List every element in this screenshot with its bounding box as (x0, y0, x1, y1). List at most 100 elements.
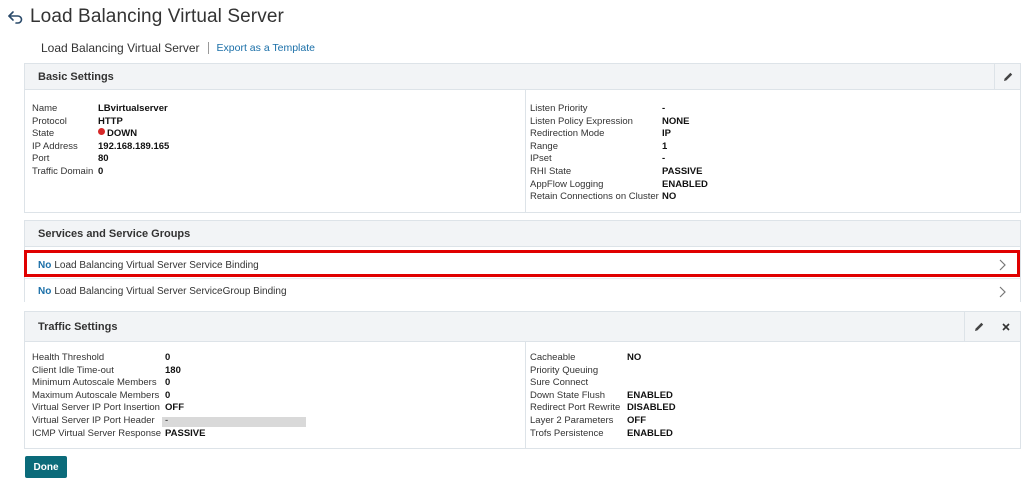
property-value: 80 (98, 153, 109, 165)
property-row: Layer 2 Parameters OFF (530, 415, 676, 428)
property-row: Sure Connect (530, 377, 676, 390)
property-value: - (662, 103, 666, 114)
done-button[interactable]: Done (25, 456, 67, 478)
basic-settings-title: Basic Settings (38, 70, 114, 83)
property-label: AppFlow Logging (530, 178, 604, 190)
property-label: Range (530, 140, 558, 152)
redacted-value (162, 416, 307, 427)
property-row: Port 80 (32, 153, 169, 166)
property-row: State DOWN (32, 128, 169, 141)
property-label: Priority Queuing (530, 364, 599, 376)
servicegroup-binding-label: Load Balancing Virtual Server ServiceGro… (54, 286, 287, 297)
property-value: OFF (627, 414, 646, 426)
property-label: Trofs Persistence (530, 427, 604, 439)
property-value: - (165, 414, 169, 426)
property-row: Down State Flush ENABLED (530, 390, 676, 403)
edit-traffic-settings-button[interactable] (964, 312, 992, 341)
property-label: Retain Connections on Cluster (530, 191, 659, 203)
property-value: 1 (662, 140, 668, 152)
property-label: Protocol (32, 115, 67, 127)
property-value: 0 (165, 389, 171, 401)
property-label: Redirect Port Rewrite (530, 402, 621, 414)
property-value: ENABLED (627, 427, 673, 439)
separator (207, 42, 209, 54)
services-header: Services and Service Groups (25, 221, 1020, 247)
property-value: NO (662, 191, 677, 203)
property-label: Port (32, 153, 50, 165)
property-value: - (662, 153, 666, 165)
property-row: Redirect Port Rewrite DISABLED (530, 402, 676, 415)
service-binding-count: No (38, 259, 52, 271)
service-binding-row[interactable]: No Load Balancing Virtual Server Service… (25, 252, 1020, 278)
property-label: ICMP Virtual Server Response (32, 427, 162, 439)
property-label: Sure Connect (530, 377, 589, 389)
traffic-settings-title: Traffic Settings (38, 320, 118, 333)
property-value: 0 (165, 377, 171, 389)
property-row: IPset - (530, 153, 708, 166)
property-row: Redirection Mode IP (530, 128, 708, 141)
property-row: Priority Queuing (530, 365, 676, 378)
property-value: DISABLED (627, 402, 676, 414)
property-value: 0 (98, 165, 104, 177)
property-row: Virtual Server IP Port Header - (32, 414, 307, 428)
property-label: State (32, 128, 55, 140)
servicegroup-binding-row[interactable]: No Load Balancing Virtual Server Service… (25, 278, 1020, 304)
property-label: Listen Priority (530, 103, 588, 114)
property-row: AppFlow Logging ENABLED (530, 179, 708, 192)
property-value: LBvirtualserver (98, 103, 168, 114)
property-row: Range 1 (530, 141, 708, 154)
property-row: Client Idle Time-out 180 (32, 365, 306, 378)
subheader-title: Load Balancing Virtual Server (41, 41, 200, 55)
property-value: NONE (662, 115, 690, 127)
services-panel: Services and Service Groups No Load Bala… (24, 220, 1021, 302)
property-value: HTTP (98, 115, 123, 127)
property-row: Virtual Server IP Port Insertion OFF (32, 402, 306, 415)
property-row: Listen Priority - (530, 103, 708, 116)
property-value: ENABLED (627, 389, 673, 401)
traffic-left-column: Health Threshold 0 Client Idle Time-out 180… (32, 352, 307, 441)
property-row: IP Address 192.168.189.165 (32, 141, 169, 154)
property-label: Layer 2 Parameters (530, 414, 614, 426)
back-arrow-icon[interactable] (6, 8, 24, 26)
property-value: PASSIVE (165, 427, 206, 439)
breadcrumb: Load Balancing Virtual Server Export as … (41, 40, 315, 56)
basic-settings-panel: Basic Settings Name LBvirtualserver Protoc… (24, 63, 1021, 213)
property-label: Minimum Autoscale Members (32, 377, 157, 389)
chevron-right-icon (999, 259, 1006, 271)
basic-right-column: Listen Priority - Listen Policy Expression… (530, 103, 708, 204)
basic-settings-header: Basic Settings (25, 64, 1020, 90)
services-title: Services and Service Groups (38, 227, 191, 240)
basic-left-column: Name LBvirtualserver Protocol HTTP State DOWN… (32, 103, 169, 179)
property-label: Traffic Domain (32, 165, 94, 177)
property-value: 180 (165, 364, 181, 376)
property-row: Health Threshold 0 (32, 352, 306, 365)
property-row: Maximum Autoscale Members 0 (32, 390, 306, 403)
close-traffic-settings-button[interactable] (992, 312, 1020, 341)
property-row: Name LBvirtualserver (32, 103, 169, 116)
traffic-right-column: Cacheable NO Priority Queuing Sure Connect D… (530, 352, 676, 440)
property-row: RHI State PASSIVE (530, 166, 708, 179)
edit-basic-settings-button[interactable] (994, 64, 1020, 89)
property-label: Down State Flush (530, 389, 605, 401)
property-label: Virtual Server IP Port Header (32, 414, 155, 426)
column-divider (525, 342, 526, 448)
traffic-settings-panel: Traffic Settings Health Threshold 0 Client… (24, 311, 1021, 449)
property-label: Cacheable (530, 352, 576, 363)
property-label: Health Threshold (32, 352, 105, 363)
status-dot-icon (98, 128, 105, 136)
service-binding-label: Load Balancing Virtual Server Service Bi… (54, 259, 259, 271)
close-icon (1002, 322, 1010, 331)
property-row: Minimum Autoscale Members 0 (32, 377, 306, 390)
property-label: RHI State (530, 165, 572, 177)
property-value: OFF (165, 402, 184, 414)
export-template-link[interactable]: Export as a Template (217, 42, 315, 54)
property-label: IPset (530, 153, 552, 165)
property-row: Traffic Domain 0 (32, 166, 169, 179)
property-row: Cacheable NO (530, 352, 676, 365)
property-label: Virtual Server IP Port Insertion (32, 402, 160, 414)
property-label: Client Idle Time-out (32, 364, 114, 376)
servicegroup-binding-count: No (38, 286, 52, 297)
property-value: ENABLED (662, 178, 708, 190)
property-row: ICMP Virtual Server Response PASSIVE (32, 428, 306, 441)
property-label: Maximum Autoscale Members (32, 389, 160, 401)
